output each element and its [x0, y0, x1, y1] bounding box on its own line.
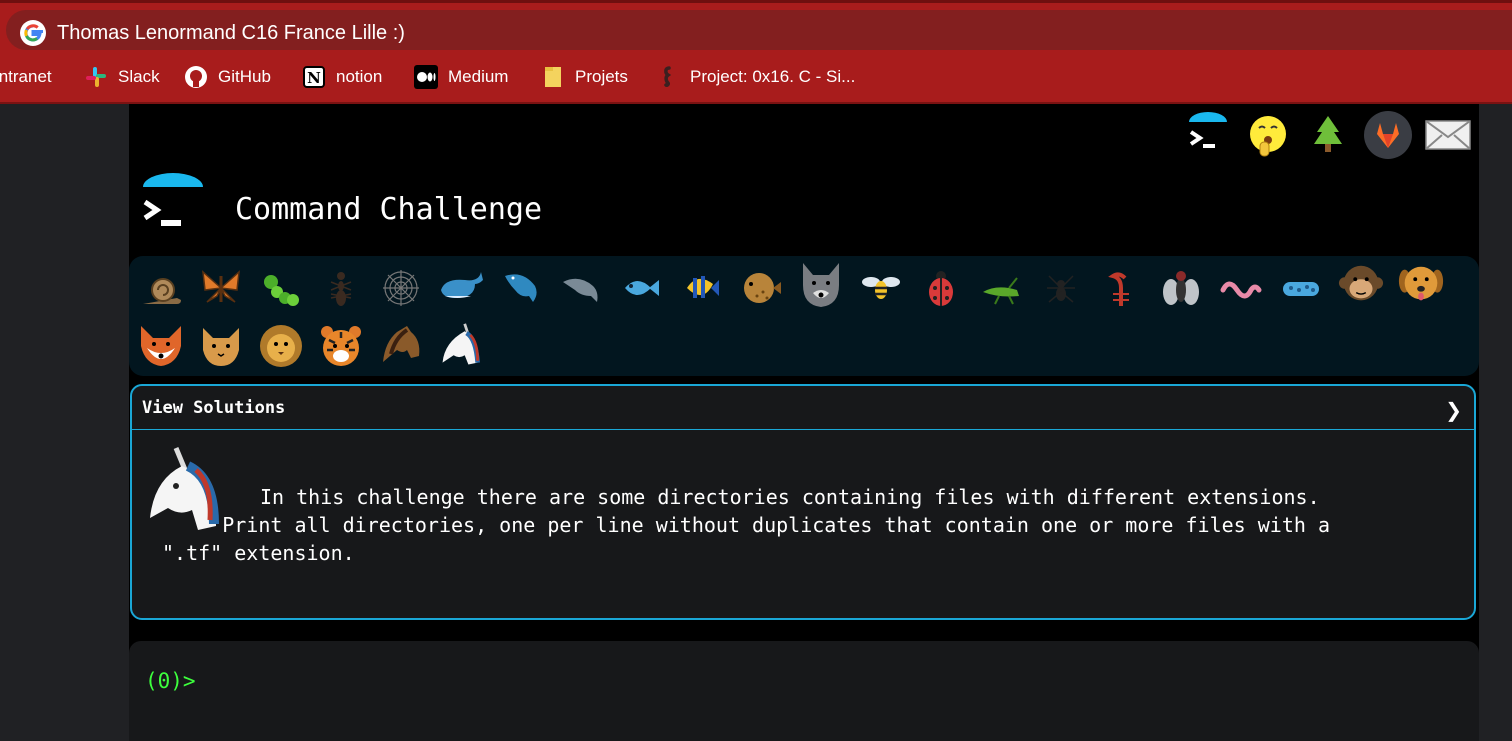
whale-icon[interactable] [437, 264, 485, 312]
cricket-icon[interactable] [977, 264, 1025, 312]
tree-icon[interactable] [1303, 110, 1353, 160]
terminal-logo-icon[interactable] [1183, 110, 1233, 160]
command-challenge-logo-icon [143, 173, 203, 226]
gitlab-icon[interactable] [1363, 110, 1413, 160]
page-title: Command Challenge [235, 192, 543, 227]
ant-icon[interactable] [317, 264, 365, 312]
medium-icon [414, 65, 438, 89]
dolphin-icon[interactable] [497, 264, 545, 312]
top-icons [1183, 110, 1473, 160]
bookmark-label: Project: 0x16. C - Si... [690, 67, 856, 86]
fish-icon[interactable] [617, 264, 665, 312]
scorpion-icon[interactable] [1097, 264, 1145, 312]
command-challenge-page: Command Challenge View Solutions ❯ In th… [129, 104, 1479, 741]
chevron-right-icon: ❯ [1445, 398, 1462, 422]
seahorse-icon [656, 65, 680, 89]
bookmark-label: Intranet [0, 67, 52, 86]
slack-icon [84, 65, 108, 89]
caterpillar-icon[interactable] [257, 264, 305, 312]
bookmarks-bar: Intranet Slack GitHub N [0, 52, 1512, 104]
horse-icon[interactable] [377, 322, 425, 370]
snail-icon[interactable] [137, 264, 185, 312]
browser-tab-bar: Thomas Lenormand C16 France Lille :) [0, 0, 1512, 52]
bookmark-label: Projets [575, 67, 628, 86]
bookmark-medium[interactable]: Medium [414, 64, 508, 90]
bookmark-label: Slack [118, 67, 160, 86]
fly-icon[interactable] [1157, 264, 1205, 312]
worm-icon[interactable] [1217, 264, 1265, 312]
google-icon [20, 20, 46, 46]
terminal-input[interactable]: (0)> [129, 641, 1479, 741]
bookmark-github[interactable]: GitHub [184, 64, 271, 90]
bookmark-slack[interactable]: Slack [84, 64, 160, 90]
cat-icon[interactable] [197, 322, 245, 370]
unicorn-icon[interactable] [437, 322, 485, 370]
spider-web-icon[interactable] [377, 264, 425, 312]
folder-icon [541, 65, 565, 89]
solutions-panel: View Solutions ❯ In this challenge there… [130, 384, 1476, 620]
shushing-face-icon[interactable] [1243, 110, 1293, 160]
challenge-progress-bar [129, 256, 1479, 376]
dolphin-2-icon[interactable] [557, 264, 605, 312]
bookmark-notion[interactable]: N notion [302, 64, 382, 90]
monkey-icon[interactable] [1337, 260, 1385, 308]
spider-icon[interactable] [1037, 264, 1085, 312]
microbe-icon[interactable] [1277, 264, 1325, 312]
lion-icon[interactable] [257, 322, 305, 370]
github-icon [184, 65, 208, 89]
tropical-fish-icon[interactable] [677, 264, 725, 312]
fox-icon[interactable] [137, 322, 185, 370]
blowfish-icon[interactable] [737, 264, 785, 312]
ladybug-icon[interactable] [917, 264, 965, 312]
challenge-description: In this challenge there are some directo… [162, 485, 1330, 565]
view-solutions-label: View Solutions [142, 398, 286, 418]
butterfly-icon[interactable] [197, 264, 245, 312]
bookmark-intranet[interactable]: Intranet [0, 64, 52, 90]
tab-title: Thomas Lenormand C16 France Lille :) [57, 22, 405, 44]
wolf-icon[interactable] [797, 260, 845, 308]
bookmark-label: Medium [448, 67, 509, 86]
tiger-icon[interactable] [317, 322, 365, 370]
svg-text:N: N [307, 69, 321, 87]
notion-icon: N [302, 65, 326, 89]
terminal-prompt: (0)> [145, 669, 196, 693]
bookmark-project-0x16[interactable]: Project: 0x16. C - Si... [656, 64, 855, 90]
bookmark-projets[interactable]: Projets [541, 64, 628, 90]
bee-icon[interactable] [857, 264, 905, 312]
dog-icon[interactable] [1397, 260, 1445, 308]
view-solutions-toggle[interactable]: View Solutions ❯ [132, 386, 1474, 430]
bookmark-label: notion [336, 67, 383, 86]
bookmark-label: GitHub [218, 67, 271, 86]
mail-icon[interactable] [1423, 110, 1473, 160]
